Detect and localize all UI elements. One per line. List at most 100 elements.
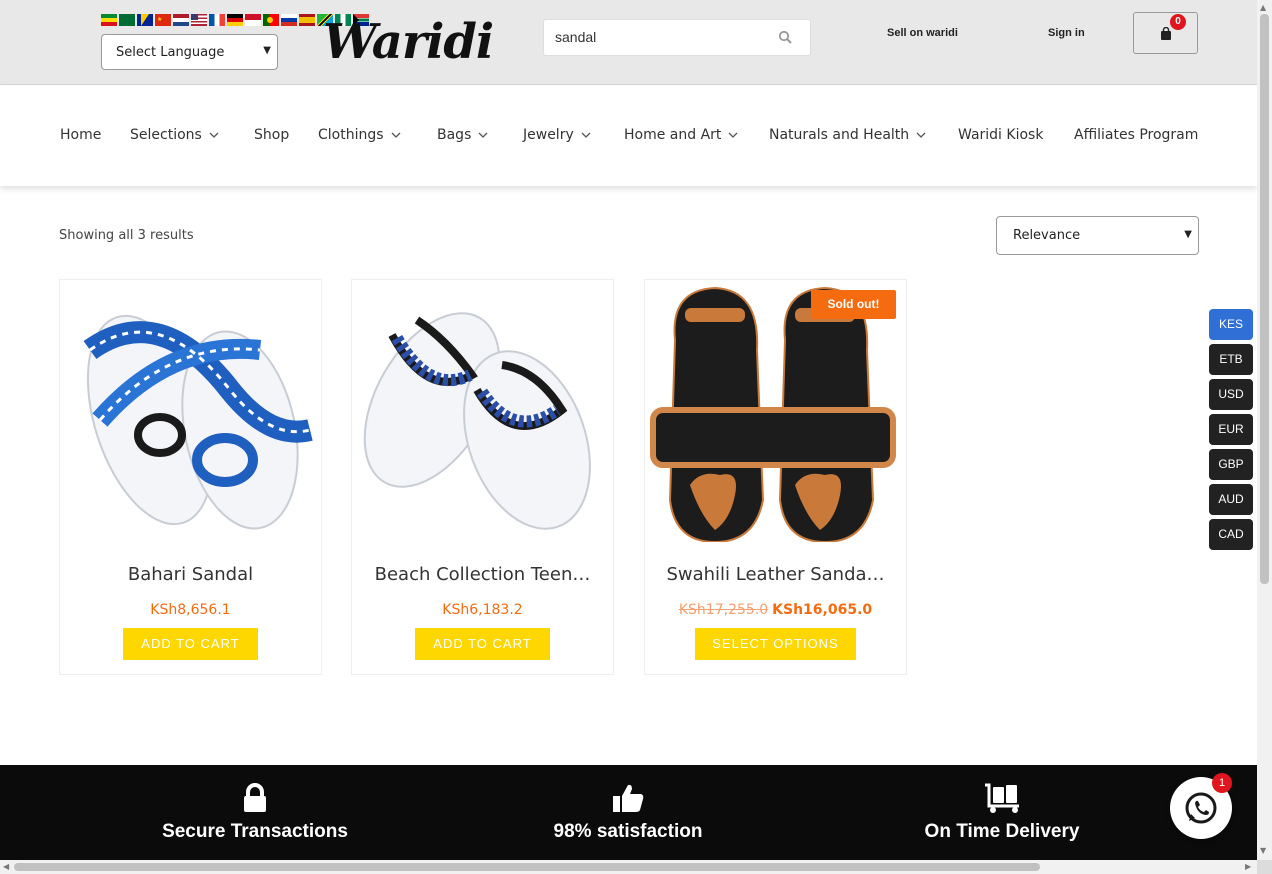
flag-russian-icon[interactable] <box>281 14 297 26</box>
price-value: KSh6,183.2 <box>442 602 523 618</box>
product-price: KSh8,656.1 <box>60 602 321 618</box>
flag-amharic-icon[interactable] <box>101 14 117 26</box>
price-value: KSh8,656.1 <box>150 602 231 618</box>
chevron-down-icon <box>916 132 926 138</box>
old-price: KSh17,255.0 <box>678 602 769 618</box>
sort-select-value: Relevance <box>1013 228 1081 243</box>
flag-dutch-icon[interactable] <box>173 14 189 26</box>
product-image[interactable] <box>352 280 613 542</box>
feature-secure-transactions: Secure Transactions <box>105 783 405 843</box>
search-input[interactable] <box>555 29 755 45</box>
vertical-scrollbar[interactable]: ▲ ▼ <box>1257 0 1272 860</box>
flag-indonesian-icon[interactable] <box>245 14 261 26</box>
product-image[interactable] <box>60 280 321 542</box>
horizontal-scrollbar[interactable]: ◀ ▶ <box>0 860 1257 874</box>
chevron-down-icon <box>478 132 488 138</box>
language-select[interactable]: Select Language ▼ <box>101 34 278 70</box>
scroll-left-arrow-icon[interactable]: ◀ <box>3 862 9 871</box>
flag-portuguese-icon[interactable] <box>263 14 279 26</box>
nav-label: Affiliates Program <box>1074 127 1199 143</box>
product-card[interactable]: Beach Collection Teen… KSh6,183.2 ADD TO… <box>351 279 614 675</box>
nav-item-affiliates-program[interactable]: Affiliates Program <box>1074 127 1198 143</box>
scroll-up-arrow-icon[interactable]: ▲ <box>1260 3 1266 12</box>
nav-item-naturals-and-health[interactable]: Naturals and Health <box>769 127 927 143</box>
main-nav: Home Selections Shop Clothings Bags Jewe… <box>0 86 1257 186</box>
currency-etb[interactable]: ETB <box>1209 344 1253 375</box>
flag-french-icon[interactable] <box>209 14 225 26</box>
nav-label: Home and Art <box>624 127 722 143</box>
nav-item-selections[interactable]: Selections <box>130 127 220 143</box>
chevron-down-icon <box>581 132 591 138</box>
currency-gbp[interactable]: GBP <box>1209 449 1253 480</box>
nav-label: Naturals and Health <box>769 127 910 143</box>
sort-select[interactable]: Relevance ▼ <box>996 216 1199 255</box>
add-to-cart-button[interactable]: ADD TO CART <box>123 628 258 660</box>
nav-label: Selections <box>130 127 202 143</box>
feature-label: 98% satisfaction <box>553 821 703 842</box>
scrollbar-corner <box>1257 860 1272 874</box>
currency-usd[interactable]: USD <box>1209 379 1253 410</box>
product-price: KSh17,255.0 KSh16,065.0 <box>645 602 906 618</box>
product-title[interactable]: Bahari Sandal <box>60 564 321 585</box>
currency-kes[interactable]: KES <box>1209 309 1253 340</box>
chevron-down-icon <box>209 132 219 138</box>
luggage-cart-icon <box>985 783 1019 813</box>
search-icon[interactable] <box>778 30 792 44</box>
product-image[interactable] <box>645 280 906 542</box>
flag-arabic-icon[interactable] <box>119 14 135 26</box>
nav-item-clothings[interactable]: Clothings <box>318 127 402 143</box>
select-options-button[interactable]: SELECT OPTIONS <box>695 628 856 660</box>
flag-german-icon[interactable] <box>227 14 243 26</box>
lock-icon <box>244 783 266 812</box>
currency-cad[interactable]: CAD <box>1209 519 1253 550</box>
flag-spanish-icon[interactable] <box>299 14 315 26</box>
product-title[interactable]: Beach Collection Teen… <box>352 564 613 585</box>
nav-item-home-and-art[interactable]: Home and Art <box>624 127 739 143</box>
flag-bosnian-icon[interactable] <box>137 14 153 26</box>
feature-label: On Time Delivery <box>924 821 1080 842</box>
feature-on-time-delivery: On Time Delivery <box>852 783 1152 843</box>
whatsapp-chat-button[interactable]: 1 <box>1170 773 1232 839</box>
nav-label: Clothings <box>318 127 384 143</box>
sign-in-link[interactable]: Sign in <box>1048 27 1085 39</box>
cart-button[interactable]: 0 <box>1133 12 1198 54</box>
nav-item-bags[interactable]: Bags <box>437 127 489 143</box>
scroll-down-arrow-icon[interactable]: ▼ <box>1260 846 1266 855</box>
waridi-logo[interactable]: Waridi <box>323 14 503 72</box>
chevron-down-icon: ▼ <box>263 45 271 56</box>
flag-english-icon[interactable] <box>191 14 207 26</box>
product-title[interactable]: Swahili Leather Sanda… <box>645 564 906 585</box>
nav-label: Waridi Kiosk <box>958 127 1044 143</box>
vertical-scroll-thumb[interactable] <box>1260 14 1269 584</box>
feature-label: Secure Transactions <box>162 821 348 842</box>
sale-price: KSh16,065.0 <box>772 602 873 618</box>
product-card[interactable]: Sold out! Swahili Leather Sanda… KSh17,2… <box>644 279 907 675</box>
shopping-bag-icon <box>1161 27 1171 40</box>
currency-aud[interactable]: AUD <box>1209 484 1253 515</box>
cart-count-badge: 0 <box>1170 14 1186 30</box>
sandal-image <box>363 312 591 530</box>
language-select-value: Select Language <box>116 44 225 60</box>
product-price: KSh6,183.2 <box>352 602 613 618</box>
chevron-down-icon <box>391 132 401 138</box>
nav-label: Home <box>60 127 102 143</box>
nav-item-shop[interactable]: Shop <box>254 127 289 143</box>
sandal-image <box>650 286 896 542</box>
nav-label: Jewelry <box>523 127 574 143</box>
nav-item-home[interactable]: Home <box>60 127 101 143</box>
scroll-right-arrow-icon[interactable]: ▶ <box>1245 862 1251 871</box>
whatsapp-badge: 1 <box>1212 773 1232 793</box>
feature-satisfaction: 98% satisfaction <box>478 783 778 843</box>
sell-on-waridi-link[interactable]: Sell on waridi <box>887 27 958 39</box>
sandal-image <box>83 314 313 530</box>
flag-chinese-icon[interactable]: ★ <box>155 14 171 26</box>
nav-item-waridi-kiosk[interactable]: Waridi Kiosk <box>958 127 1043 143</box>
horizontal-scroll-thumb[interactable] <box>14 863 1040 871</box>
product-card[interactable]: Bahari Sandal KSh8,656.1 ADD TO CART <box>59 279 322 675</box>
chevron-down-icon <box>728 132 738 138</box>
sold-out-badge: Sold out! <box>811 290 896 319</box>
nav-item-jewelry[interactable]: Jewelry <box>523 127 592 143</box>
nav-label: Bags <box>437 127 472 143</box>
add-to-cart-button[interactable]: ADD TO CART <box>415 628 550 660</box>
currency-eur[interactable]: EUR <box>1209 414 1253 445</box>
